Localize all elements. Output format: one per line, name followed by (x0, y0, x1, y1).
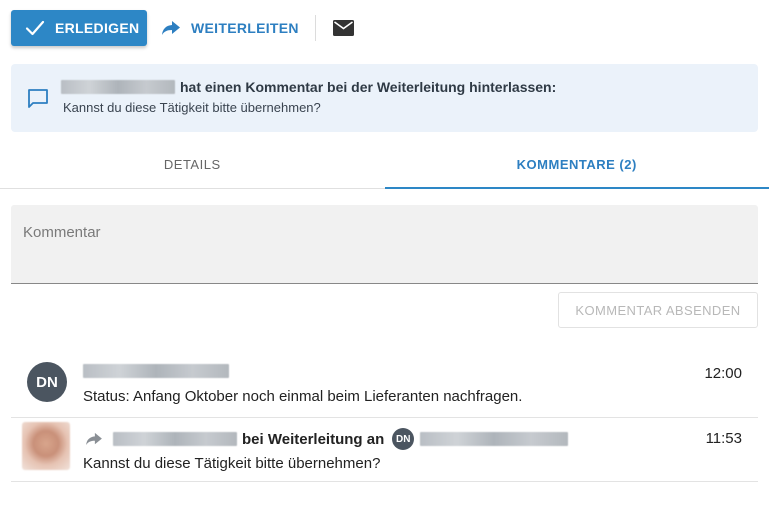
done-button-label: ERLEDIGEN (55, 20, 140, 36)
recipient-avatar: DN (392, 428, 415, 450)
forward-arrow-icon (85, 431, 105, 447)
send-comment-button[interactable]: KOMMENTAR ABSENDEN (558, 292, 758, 328)
chat-bubble-icon (27, 88, 51, 110)
tab-comments[interactable]: KOMMENTARE (2) (384, 140, 769, 189)
redacted-user-name (61, 80, 175, 94)
avatar-photo (22, 422, 70, 470)
tab-bar: DETAILS KOMMENTARE (2) (0, 140, 769, 189)
toolbar-divider (314, 15, 316, 41)
done-button[interactable]: ERLEDIGEN (11, 10, 147, 46)
comment-text: Status: Anfang Oktober noch einmal beim … (83, 388, 523, 405)
forward-arrow-icon (161, 19, 183, 37)
forward-button-label: WEITERLEITEN (191, 20, 299, 36)
comment-input[interactable]: Kommentar (11, 205, 758, 284)
envelope-icon[interactable] (332, 18, 355, 38)
forward-comment-notice: hat einen Kommentar bei der Weiterleitun… (11, 64, 758, 132)
notice-message: Kannst du diese Tätigkeit bitte übernehm… (63, 100, 321, 115)
check-icon (25, 19, 47, 37)
forward-action-text: bei Weiterleitung an (242, 430, 385, 448)
redacted-author-name (83, 364, 229, 378)
comment-item: bei Weiterleitung an DN 11:53 Kannst du … (11, 418, 758, 482)
tab-details[interactable]: DETAILS (0, 140, 385, 188)
comment-text: Kannst du diese Tätigkeit bitte übernehm… (83, 455, 381, 472)
comment-time: 12:00 (704, 365, 742, 382)
comment-input-placeholder: Kommentar (23, 224, 101, 241)
comment-item: DN 12:00 Status: Anfang Oktober noch ein… (11, 352, 758, 418)
avatar: DN (27, 362, 67, 402)
notice-headline: hat einen Kommentar bei der Weiterleitun… (61, 79, 556, 95)
forward-button[interactable]: WEITERLEITEN (161, 10, 299, 46)
comment-time: 11:53 (705, 430, 742, 447)
redacted-sender-name (113, 432, 237, 446)
comment-header: bei Weiterleitung an DN (85, 428, 569, 450)
redacted-recipient-name (420, 432, 569, 446)
action-toolbar: ERLEDIGEN WEITERLEITEN (11, 10, 355, 46)
notice-headline-text: hat einen Kommentar bei der Weiterleitun… (180, 79, 557, 95)
